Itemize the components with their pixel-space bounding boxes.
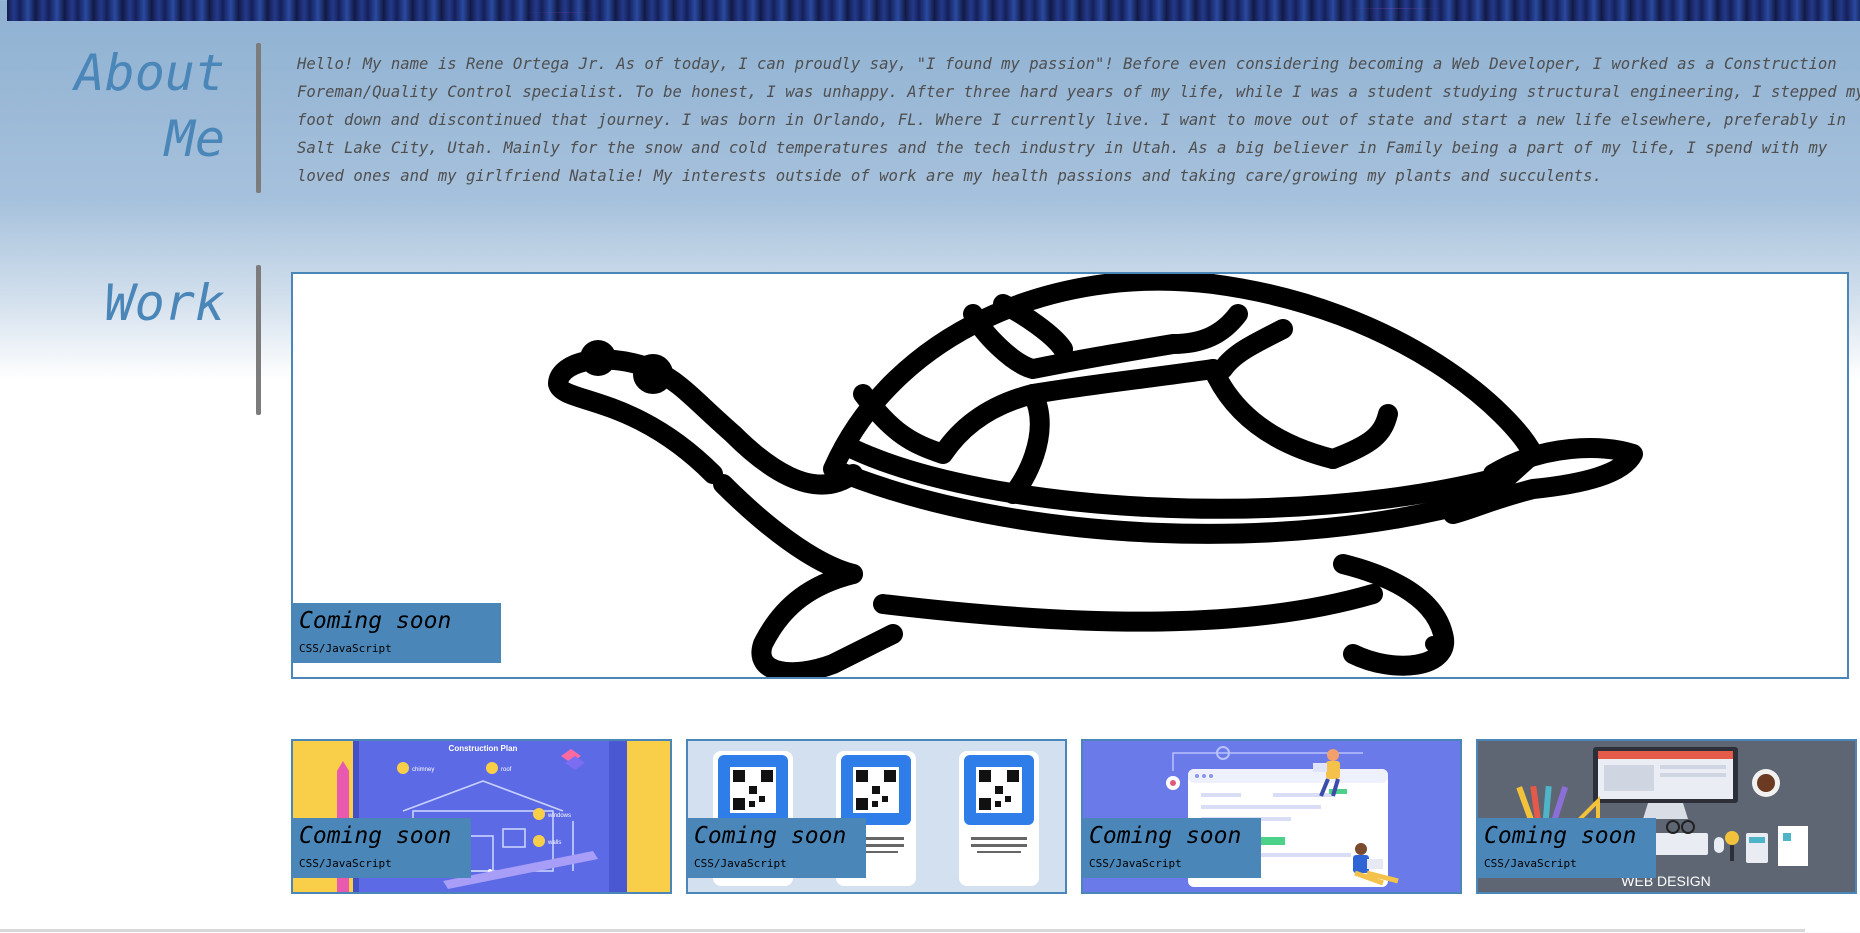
page-bottom-rule bbox=[0, 929, 1805, 932]
project-caption-title: Coming soon bbox=[299, 823, 452, 849]
project-card-construction-plan[interactable]: Construction Plan chimney roof windows w… bbox=[291, 739, 672, 894]
featured-caption-tech: CSS/JavaScript bbox=[299, 642, 392, 655]
about-title: About Me bbox=[0, 40, 225, 172]
work-divider bbox=[256, 265, 261, 415]
project-card-web-illustration[interactable]: Coming soon CSS/JavaScript bbox=[1081, 739, 1462, 894]
plan-label-roof: roof bbox=[501, 767, 512, 773]
about-paragraph: Hello! My name is Rene Ortega Jr. As of … bbox=[297, 55, 1860, 185]
turtle-outline-icon bbox=[548, 274, 1643, 677]
construction-plan-label: Construction Plan bbox=[449, 744, 518, 753]
project-card-qr-codes[interactable]: Coming soon CSS/JavaScript bbox=[686, 739, 1067, 894]
plan-label-chimney: chimney bbox=[412, 767, 434, 773]
work-title-text: Work bbox=[104, 274, 225, 332]
project-caption-tech: CSS/JavaScript bbox=[299, 857, 392, 870]
featured-caption: Coming soon CSS/JavaScript bbox=[293, 603, 501, 663]
featured-caption-title: Coming soon bbox=[299, 608, 452, 634]
project-caption-title: Coming soon bbox=[1484, 823, 1637, 849]
plan-label-windows: windows bbox=[547, 813, 571, 819]
project-caption-tech: CSS/JavaScript bbox=[1089, 857, 1182, 870]
project-caption-title: Coming soon bbox=[694, 823, 847, 849]
project-caption: Coming soon CSS/JavaScript bbox=[1478, 818, 1656, 878]
about-title-text: About Me bbox=[74, 44, 225, 168]
header-banner bbox=[7, 0, 1860, 21]
about-divider bbox=[256, 43, 261, 193]
project-caption-tech: CSS/JavaScript bbox=[1484, 857, 1577, 870]
project-caption: Coming soon CSS/JavaScript bbox=[1083, 818, 1261, 878]
project-caption: Coming soon CSS/JavaScript bbox=[688, 818, 866, 878]
project-caption: Coming soon CSS/JavaScript bbox=[293, 818, 471, 878]
project-card-web-design[interactable]: WEB DESIGN Coming soon CSS/JavaScript bbox=[1476, 739, 1857, 894]
work-title: Work bbox=[105, 270, 225, 336]
project-caption-title: Coming soon bbox=[1089, 823, 1242, 849]
featured-project-card[interactable]: Coming soon CSS/JavaScript bbox=[291, 272, 1849, 679]
plan-label-walls: walls bbox=[547, 840, 561, 846]
project-caption-tech: CSS/JavaScript bbox=[694, 857, 787, 870]
